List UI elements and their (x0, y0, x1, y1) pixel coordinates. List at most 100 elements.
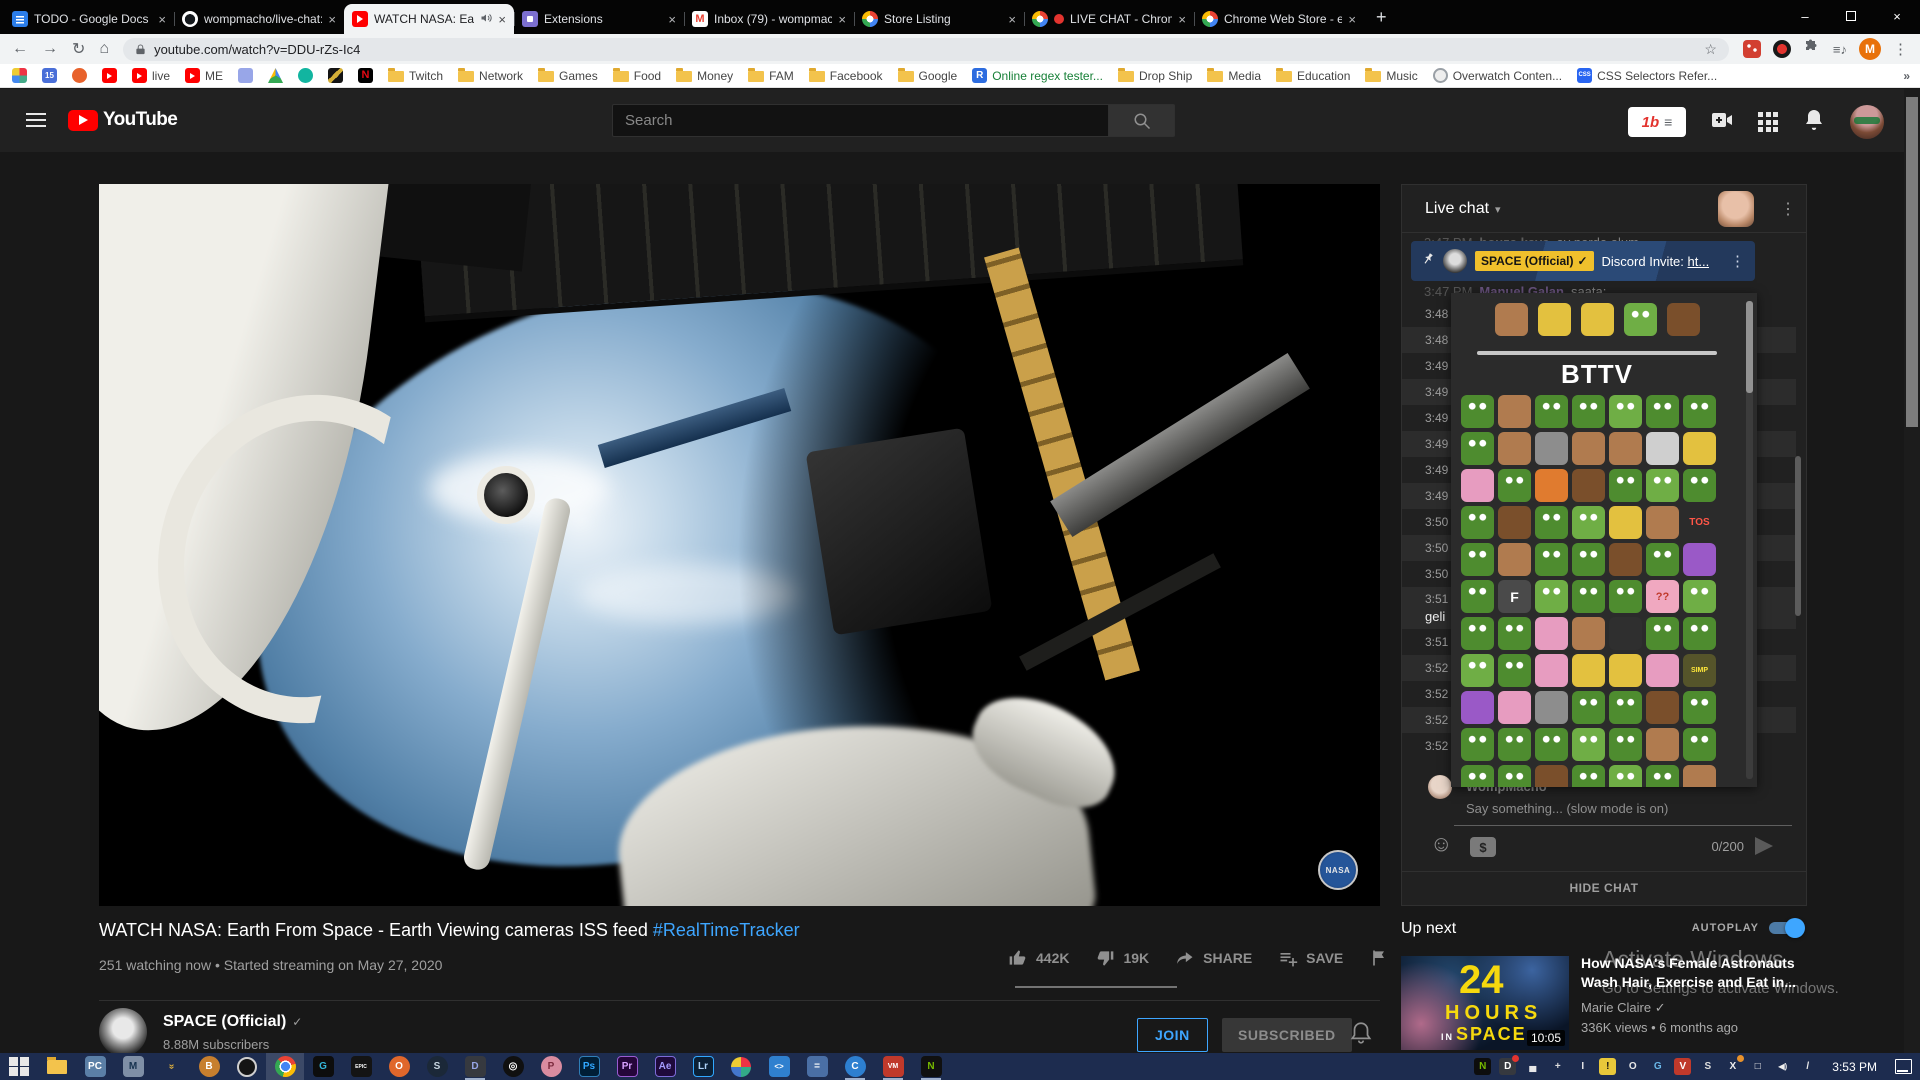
premiere[interactable]: Pr (608, 1053, 646, 1080)
nvidia-app[interactable]: N (912, 1053, 950, 1080)
emote[interactable] (1535, 432, 1568, 465)
page-scrollbar-thumb[interactable] (1906, 97, 1918, 427)
bookmark-facebook[interactable]: Facebook (809, 69, 883, 83)
emote[interactable] (1535, 654, 1568, 687)
system-monitor[interactable]: M (114, 1053, 152, 1080)
bird-app[interactable]: B (190, 1053, 228, 1080)
emoji-icon[interactable]: ☺ (1430, 831, 1452, 857)
bookmark-money[interactable]: Money (676, 69, 733, 83)
gog-galaxy[interactable]: G (304, 1053, 342, 1080)
bookmark-item[interactable] (72, 68, 87, 83)
emote[interactable] (1646, 728, 1679, 761)
display-tray[interactable]: □ (1749, 1058, 1766, 1075)
join-button[interactable]: JOIN (1137, 1018, 1208, 1052)
paint-app[interactable]: P (532, 1053, 570, 1080)
pepe-emote[interactable] (1461, 728, 1494, 761)
volume-tray[interactable]: ◀) (1774, 1058, 1791, 1075)
pepe-emote[interactable] (1498, 728, 1531, 761)
bookmark-item[interactable] (328, 68, 343, 83)
bookmark-twitch[interactable]: Twitch (388, 69, 443, 83)
emote[interactable] (1461, 469, 1494, 502)
search-input[interactable] (612, 104, 1109, 137)
superchat-icon[interactable]: $ (1470, 837, 1496, 857)
address-bar[interactable]: youtube.com/watch?v=DDU-rZs-Ic4 ☆ (123, 38, 1729, 61)
emote[interactable] (1572, 654, 1605, 687)
emote[interactable] (1461, 691, 1494, 724)
chat-scrollbar-thumb[interactable] (1795, 456, 1801, 616)
minimize-button[interactable]: – (1782, 0, 1828, 32)
pepe-emote[interactable] (1609, 691, 1642, 724)
pepe-emote[interactable] (1498, 617, 1531, 650)
browser-tab[interactable]: WATCH NASA: Earth Fro× (344, 4, 514, 34)
taskbar-clock[interactable]: 3:53 PM (1832, 1060, 1877, 1074)
emote[interactable] (1572, 617, 1605, 650)
browser-tab[interactable]: LIVE CHAT - Chrome W× (1024, 4, 1194, 34)
bookmark-item[interactable] (12, 68, 27, 83)
tab-close-icon[interactable]: × (838, 12, 846, 27)
emote[interactable] (1609, 543, 1642, 576)
discord[interactable]: D (456, 1053, 494, 1080)
dislike-button[interactable]: 19K (1095, 948, 1149, 968)
extension-record-icon[interactable] (1773, 40, 1791, 58)
forward-icon[interactable]: → (42, 40, 58, 58)
tab-close-icon[interactable]: × (1178, 12, 1186, 27)
youtube-logo[interactable]: YouTube (68, 109, 177, 131)
emote-??[interactable]: ?? (1646, 580, 1679, 613)
pepe-emote[interactable] (1535, 728, 1568, 761)
pepe-emote[interactable] (1461, 654, 1494, 687)
emote-f[interactable]: F (1498, 580, 1531, 613)
pepe-emote[interactable] (1683, 395, 1716, 428)
pepe-emote[interactable] (1461, 432, 1494, 465)
tab-close-icon[interactable]: × (1008, 12, 1016, 27)
bookmark-food[interactable]: Food (613, 69, 661, 83)
pepe-emote[interactable] (1609, 395, 1642, 428)
photoshop[interactable]: Ps (570, 1053, 608, 1080)
pepe-emote[interactable] (1572, 543, 1605, 576)
emote[interactable] (1646, 691, 1679, 724)
emote[interactable] (1535, 765, 1568, 787)
pepe-emote[interactable] (1609, 765, 1642, 787)
pepe-emote[interactable] (1646, 395, 1679, 428)
snip-tray[interactable]: X (1724, 1058, 1741, 1075)
pepe-emote[interactable] (1572, 691, 1605, 724)
tab-close-icon[interactable]: × (328, 12, 336, 27)
emote[interactable] (1498, 543, 1531, 576)
pepe-emote[interactable] (1535, 543, 1568, 576)
account-avatar[interactable] (1850, 105, 1884, 139)
davinci-resolve[interactable] (722, 1053, 760, 1080)
emote[interactable] (1609, 654, 1642, 687)
emote[interactable] (1683, 543, 1716, 576)
voicemeeter-tray[interactable]: V (1674, 1058, 1691, 1075)
satellite-tray[interactable]: S (1699, 1058, 1716, 1075)
chat-input[interactable]: Say something... (slow mode is on) (1466, 801, 1668, 816)
bookmark-item[interactable] (102, 68, 117, 83)
pepe-emote[interactable] (1535, 506, 1568, 539)
video-player[interactable]: NASA (99, 184, 1380, 906)
emote[interactable] (1535, 691, 1568, 724)
bookmark-live[interactable]: live (132, 68, 170, 83)
emote[interactable] (1498, 506, 1531, 539)
discord-tray[interactable]: D (1499, 1058, 1516, 1075)
maximize-button[interactable] (1828, 0, 1874, 32)
emote[interactable] (1667, 303, 1700, 336)
channel-avatar[interactable] (99, 1008, 147, 1056)
bookmark-google[interactable]: Google (898, 69, 958, 83)
msi-chevrons[interactable]: » (152, 1053, 190, 1080)
emote[interactable] (1495, 303, 1528, 336)
lightroom[interactable]: Lr (684, 1053, 722, 1080)
bookmark-network[interactable]: Network (458, 69, 523, 83)
pepe-emote[interactable] (1535, 580, 1568, 613)
tab-close-icon[interactable]: × (1348, 12, 1356, 27)
bookmarks-overflow-icon[interactable]: » (1903, 69, 1910, 83)
converter-app[interactable]: C (836, 1053, 874, 1080)
browser-tab[interactable]: TODO - Google Docs× (4, 4, 174, 34)
emote[interactable] (1572, 469, 1605, 502)
tubebuddy-button[interactable]: 1b ≡ (1628, 107, 1686, 137)
hamburger-menu-icon[interactable] (26, 113, 46, 127)
back-icon[interactable]: ← (12, 40, 28, 58)
emote[interactable] (1498, 432, 1531, 465)
autoplay-toggle[interactable] (1769, 922, 1803, 934)
pepe-emote[interactable] (1683, 728, 1716, 761)
pepe-emote[interactable] (1683, 580, 1716, 613)
emote[interactable] (1498, 691, 1531, 724)
